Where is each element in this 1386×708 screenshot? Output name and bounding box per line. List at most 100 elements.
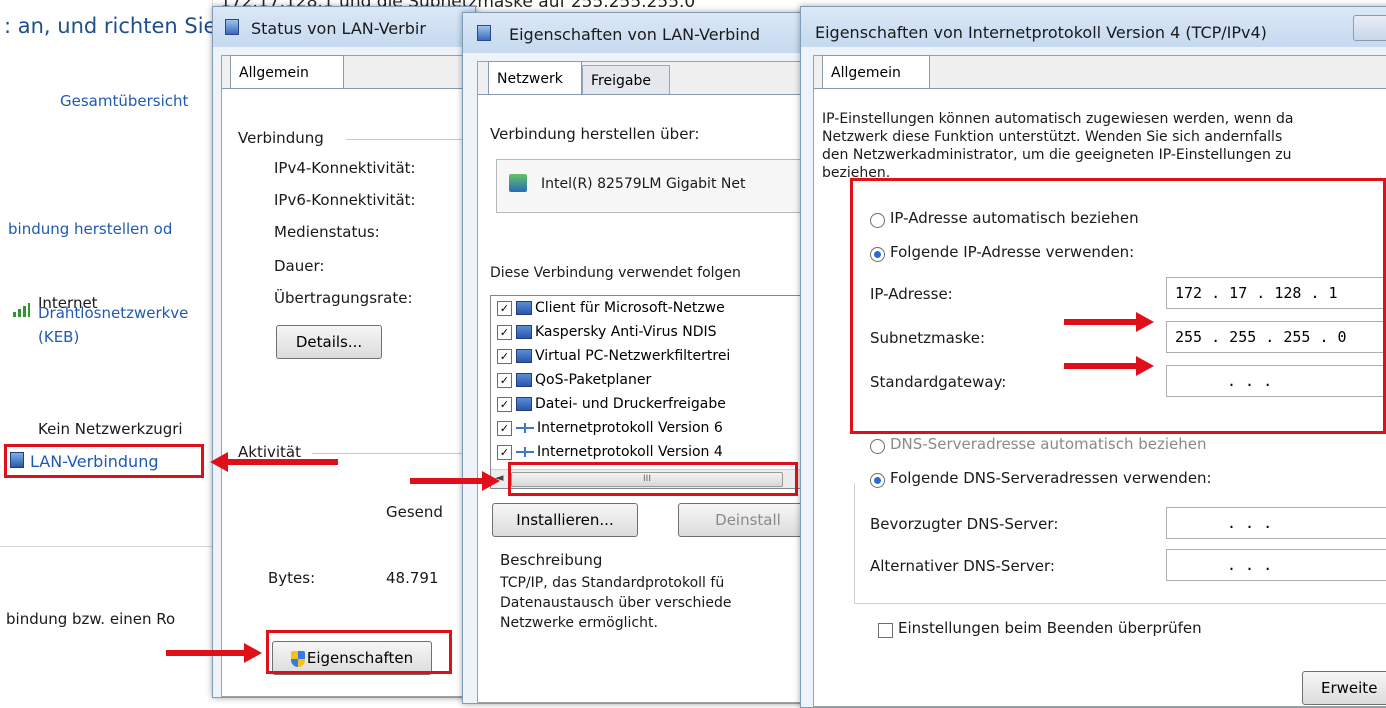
ipv6-row: IPv6-Konnektivität: <box>274 191 416 209</box>
dns1-field[interactable]: . . . <box>1166 507 1386 539</box>
network-client-icon <box>516 301 532 315</box>
lan-link-highlight <box>4 444 204 478</box>
protocol-icon <box>516 445 534 459</box>
checkbox-5[interactable]: ✓ <box>497 420 512 436</box>
lan-properties-body: Netzwerk Freigabe Verbindung herstellen … <box>477 61 809 703</box>
wireless-sub: (KEB) <box>38 328 80 346</box>
arrow-to-properties-button <box>166 643 262 663</box>
tab-ipv4-general[interactable]: Allgemein <box>822 55 930 89</box>
checkbox-1[interactable]: ✓ <box>497 324 512 340</box>
item-label-3: QoS-Paketplaner <box>535 372 652 388</box>
arrow-to-subnet-field <box>1064 356 1154 376</box>
dns2-label: Alternativer DNS-Server: <box>870 557 1055 575</box>
properties-button-highlight <box>266 630 452 674</box>
checkbox-2[interactable]: ✓ <box>497 348 512 364</box>
checkbox-0[interactable]: ✓ <box>497 300 512 316</box>
dns2-field[interactable]: . . . <box>1166 549 1386 581</box>
description-line: Netzwerke ermöglicht. <box>500 615 658 631</box>
sent-label: Gesend <box>386 503 443 521</box>
network-service-icon <box>516 373 532 387</box>
ip-settings-highlight <box>850 178 1386 434</box>
arrow-to-lan-link <box>210 452 338 472</box>
install-button[interactable]: Installieren... <box>492 503 638 537</box>
item-label-0: Client für Microsoft-Netzwe <box>535 300 725 316</box>
list-item[interactable]: ✓ Client für Microsoft-Netzwe <box>497 300 725 322</box>
status-tabpage: Verbindung IPv4-Konnektivität: IPv6-Konn… <box>222 88 466 696</box>
ipv4-row: IPv4-Konnektivität: <box>274 159 416 177</box>
lan-properties-titlebar: Eigenschaften von LAN-Verbind <box>463 13 809 53</box>
lan-properties-tabpage: Verbindung herstellen über: Intel(R) 825… <box>478 94 809 702</box>
intro-line: den Netzwerkadministrator, um die geeign… <box>822 147 1292 163</box>
lan-properties-window: Eigenschaften von LAN-Verbind Netzwerk F… <box>462 12 810 704</box>
status-window: Status von LAN-Verbir Allgemein Verbindu… <box>212 6 476 698</box>
adapter-box: Intel(R) 82579LM Gigabit Net <box>496 159 809 213</box>
checkbox-6[interactable]: ✓ <box>497 444 512 460</box>
ipv4-item-highlight <box>508 462 798 496</box>
no-access-label: Kein Netzwerkzugri <box>38 420 183 438</box>
description-label: Beschreibung <box>500 551 603 569</box>
list-item[interactable]: ✓ Kaspersky Anti-Virus NDIS <box>497 324 717 346</box>
item-label-5: Internetprotokoll Version 6 <box>537 420 723 436</box>
network-service-icon <box>516 325 532 339</box>
uninstall-button: Deinstall <box>678 503 809 537</box>
component-list[interactable]: ✓ Client für Microsoft-Netzwe ✓ Kaspersky … <box>490 295 809 489</box>
lan-properties-window-icon <box>477 25 491 41</box>
media-row: Medienstatus: <box>274 223 380 241</box>
arrow-to-ip-field <box>1064 312 1154 332</box>
item-label-1: Kaspersky Anti-Virus NDIS <box>535 324 717 340</box>
status-window-icon <box>225 19 239 35</box>
adapter-icon <box>509 174 527 192</box>
checkbox-4[interactable]: ✓ <box>497 396 512 412</box>
tab-network[interactable]: Netzwerk <box>488 61 582 95</box>
help-icon[interactable] <box>1353 15 1386 41</box>
wireless-signal-icon <box>12 302 30 317</box>
arrow-to-ipv4-item <box>410 471 500 491</box>
router-text: bindung bzw. einen Ro <box>6 610 176 628</box>
intro-line: Netzwerk diese Funktion unterstützt. Wen… <box>822 129 1283 145</box>
rate-row: Übertragungsrate: <box>274 289 413 307</box>
bytes-value: 48.791 <box>386 569 439 587</box>
advanced-button[interactable]: Erweite <box>1302 671 1386 705</box>
tab-general[interactable]: Allgemein <box>230 55 344 89</box>
uses-label: Diese Verbindung verwendet folgen <box>490 265 741 281</box>
intro-line: IP-Einstellungen können automatisch zuge… <box>822 111 1294 127</box>
wireless-link[interactable]: Drahtlosnetzwerkve <box>38 304 188 322</box>
validate-checkbox[interactable] <box>878 623 893 638</box>
auto-dns-label: DNS-Serveradresse automatisch beziehen <box>890 435 1207 453</box>
status-title: Status von LAN-Verbir <box>251 19 426 38</box>
duration-row: Dauer: <box>274 257 325 275</box>
ipv4-titlebar: Eigenschaften von Internetprotokoll Vers… <box>801 7 1386 47</box>
description-line: TCP/IP, das Standardprotokoll fü <box>500 575 725 591</box>
ipv4-title: Eigenschaften von Internetprotokoll Vers… <box>815 23 1267 42</box>
checkbox-3[interactable]: ✓ <box>497 372 512 388</box>
overview-link[interactable]: Gesamtübersicht <box>60 92 188 110</box>
divider <box>0 546 212 547</box>
item-label-4: Datei- und Druckerfreigabe <box>535 396 726 412</box>
bytes-label: Bytes: <box>268 569 316 587</box>
list-item[interactable]: ✓ Datei- und Druckerfreigabe <box>497 396 726 418</box>
dns-group-frame <box>854 483 1386 604</box>
protocol-icon <box>516 421 534 435</box>
details-button[interactable]: Details... <box>276 325 382 359</box>
connection-group-line <box>346 139 466 140</box>
validate-label[interactable]: Einstellungen beim Beenden überprüfen <box>898 619 1202 637</box>
auto-dns-radio <box>870 439 885 454</box>
adapter-name: Intel(R) 82579LM Gigabit Net <box>541 176 746 192</box>
network-service-icon <box>516 349 532 363</box>
status-body: Allgemein Verbindung IPv4-Konnektivität:… <box>221 55 467 697</box>
lan-properties-title: Eigenschaften von LAN-Verbind <box>509 25 761 44</box>
dns1-label: Bevorzugter DNS-Server: <box>870 515 1059 533</box>
network-center-panel: : an, und richten Sie Gesamtübersicht bi… <box>0 0 212 684</box>
description-line: Datenaustausch über verschiede <box>500 595 732 611</box>
item-label-6: Internetprotokoll Version 4 <box>537 444 723 460</box>
list-item[interactable]: ✓ Internetprotokoll Version 6 <box>497 420 723 442</box>
connection-group-label: Verbindung <box>238 129 324 147</box>
item-label-2: Virtual PC-Netzwerkfiltertrei <box>535 348 731 364</box>
list-item[interactable]: ✓ QoS-Paketplaner <box>497 372 651 394</box>
activity-group-line <box>312 453 466 454</box>
tab-share[interactable]: Freigabe <box>582 65 670 95</box>
list-item[interactable]: ✓ Virtual PC-Netzwerkfiltertrei <box>497 348 730 370</box>
connect-via-label: Verbindung herstellen über: <box>490 125 700 143</box>
network-service-icon <box>516 397 532 411</box>
connect-link[interactable]: bindung herstellen od <box>8 220 172 238</box>
